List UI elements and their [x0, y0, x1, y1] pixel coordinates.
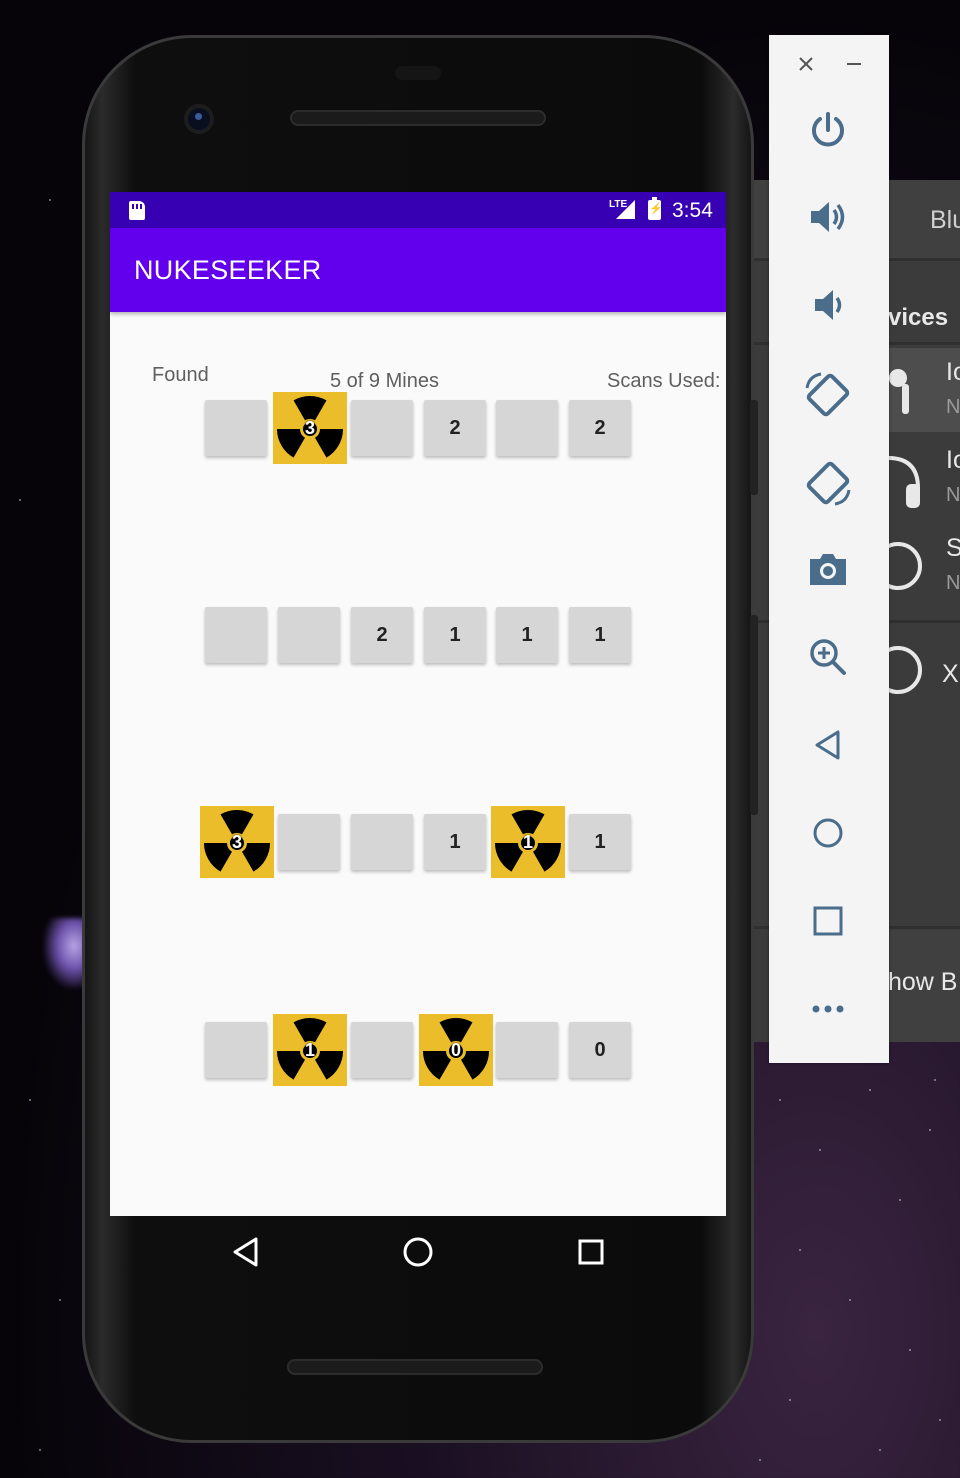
scanned-cell[interactable]: 1 [496, 607, 558, 663]
hidden-cell[interactable] [496, 1022, 558, 1078]
status-bar: LTE 3:54 [110, 192, 726, 228]
scanned-cell[interactable]: 1 [424, 814, 486, 870]
minimize-button[interactable] [825, 35, 883, 93]
scanned-cell[interactable]: 2 [424, 400, 486, 456]
speaker-icon [888, 542, 922, 590]
recents-icon[interactable] [577, 1238, 605, 1266]
power-icon [812, 112, 844, 147]
front-camera [184, 104, 214, 134]
hidden-cell[interactable] [278, 607, 340, 663]
app-bar: NUKESEEKER [110, 228, 726, 312]
bottom-speaker [287, 1359, 543, 1375]
scanned-cell[interactable]: 2 [351, 607, 413, 663]
back-icon [815, 730, 840, 760]
mine-cell[interactable]: 3 [200, 806, 274, 878]
mine-count: 3 [231, 832, 242, 852]
mine-count: 1 [304, 1040, 315, 1060]
volume-up-button[interactable] [799, 188, 857, 246]
power-button[interactable] [799, 101, 857, 159]
headphones-icon [888, 456, 920, 508]
back-button[interactable] [799, 716, 857, 774]
rotate-right-button[interactable] [799, 454, 857, 512]
scanned-cell[interactable]: 1 [569, 814, 631, 870]
more-button[interactable] [799, 980, 857, 1038]
back-icon[interactable] [230, 1236, 262, 1268]
more-icon [812, 1005, 844, 1013]
proximity-sensor [395, 66, 441, 80]
battery-charging-icon [648, 197, 663, 220]
mine-cell[interactable]: 1 [273, 1014, 347, 1086]
mine-count: 1 [522, 832, 533, 852]
hidden-cell[interactable] [351, 814, 413, 870]
earbuds-icon [889, 369, 909, 414]
scanned-cell[interactable]: 2 [569, 400, 631, 456]
hidden-cell[interactable] [496, 400, 558, 456]
scans-used-label: Scans Used: [607, 370, 721, 392]
window-header: Blu [930, 206, 960, 234]
sd-card-icon [129, 201, 145, 220]
speaker-icon [888, 646, 922, 694]
status-clock: 3:54 [672, 199, 713, 222]
overview-button[interactable] [799, 892, 857, 950]
device-name: X [942, 660, 959, 688]
hidden-cell[interactable] [205, 1022, 267, 1078]
emulator-toolbar [769, 35, 889, 1063]
overview-icon [813, 906, 843, 936]
earpiece-speaker [290, 110, 546, 126]
device-status: N [946, 572, 960, 594]
zoom-button[interactable] [799, 628, 857, 686]
hidden-cell[interactable] [205, 400, 267, 456]
app-screen: LTE 3:54 NUKESEEKER Found 5 of 9 Mines S… [110, 192, 726, 1216]
volume-up-icon [811, 202, 845, 232]
volume-down-icon [815, 290, 842, 320]
rotate-left-button[interactable] [799, 366, 857, 424]
device-status: N [946, 484, 960, 506]
home-icon[interactable] [402, 1236, 434, 1268]
rotate-right-icon [806, 461, 851, 506]
device-name: S [946, 534, 960, 562]
mine-cell[interactable]: 1 [491, 806, 565, 878]
screenshot-button[interactable] [799, 540, 857, 598]
section-title: vices [888, 304, 949, 331]
device-name: Io [946, 358, 960, 386]
mine-count: 0 [450, 1040, 461, 1060]
scanned-cell[interactable]: 0 [569, 1022, 631, 1078]
mine-cell[interactable]: 3 [273, 392, 347, 464]
scanned-cell[interactable]: 1 [569, 607, 631, 663]
camera-icon [810, 554, 846, 585]
hidden-cell[interactable] [351, 400, 413, 456]
hidden-cell[interactable] [278, 814, 340, 870]
hidden-cell[interactable] [205, 607, 267, 663]
volume-down-button[interactable] [799, 276, 857, 334]
device-status: N [946, 396, 960, 418]
rotate-left-icon [805, 372, 850, 417]
show-button-label[interactable]: how B [888, 968, 957, 997]
signal-icon [616, 200, 635, 219]
hidden-cell[interactable] [351, 1022, 413, 1078]
home-button[interactable] [799, 804, 857, 862]
scanned-cell[interactable]: 1 [424, 607, 486, 663]
found-label: Found [152, 364, 209, 386]
mines-count-label: 5 of 9 Mines [330, 370, 439, 392]
volume-side-button [750, 615, 758, 815]
app-title: NUKESEEKER [134, 255, 322, 285]
power-side-button [750, 400, 758, 495]
home-icon [813, 818, 843, 848]
close-icon [799, 57, 813, 71]
mine-cell[interactable]: 0 [419, 1014, 493, 1086]
zoom-icon [810, 639, 846, 675]
minimize-icon [847, 63, 861, 65]
mine-count: 3 [304, 418, 315, 438]
device-name: Io [946, 446, 960, 474]
